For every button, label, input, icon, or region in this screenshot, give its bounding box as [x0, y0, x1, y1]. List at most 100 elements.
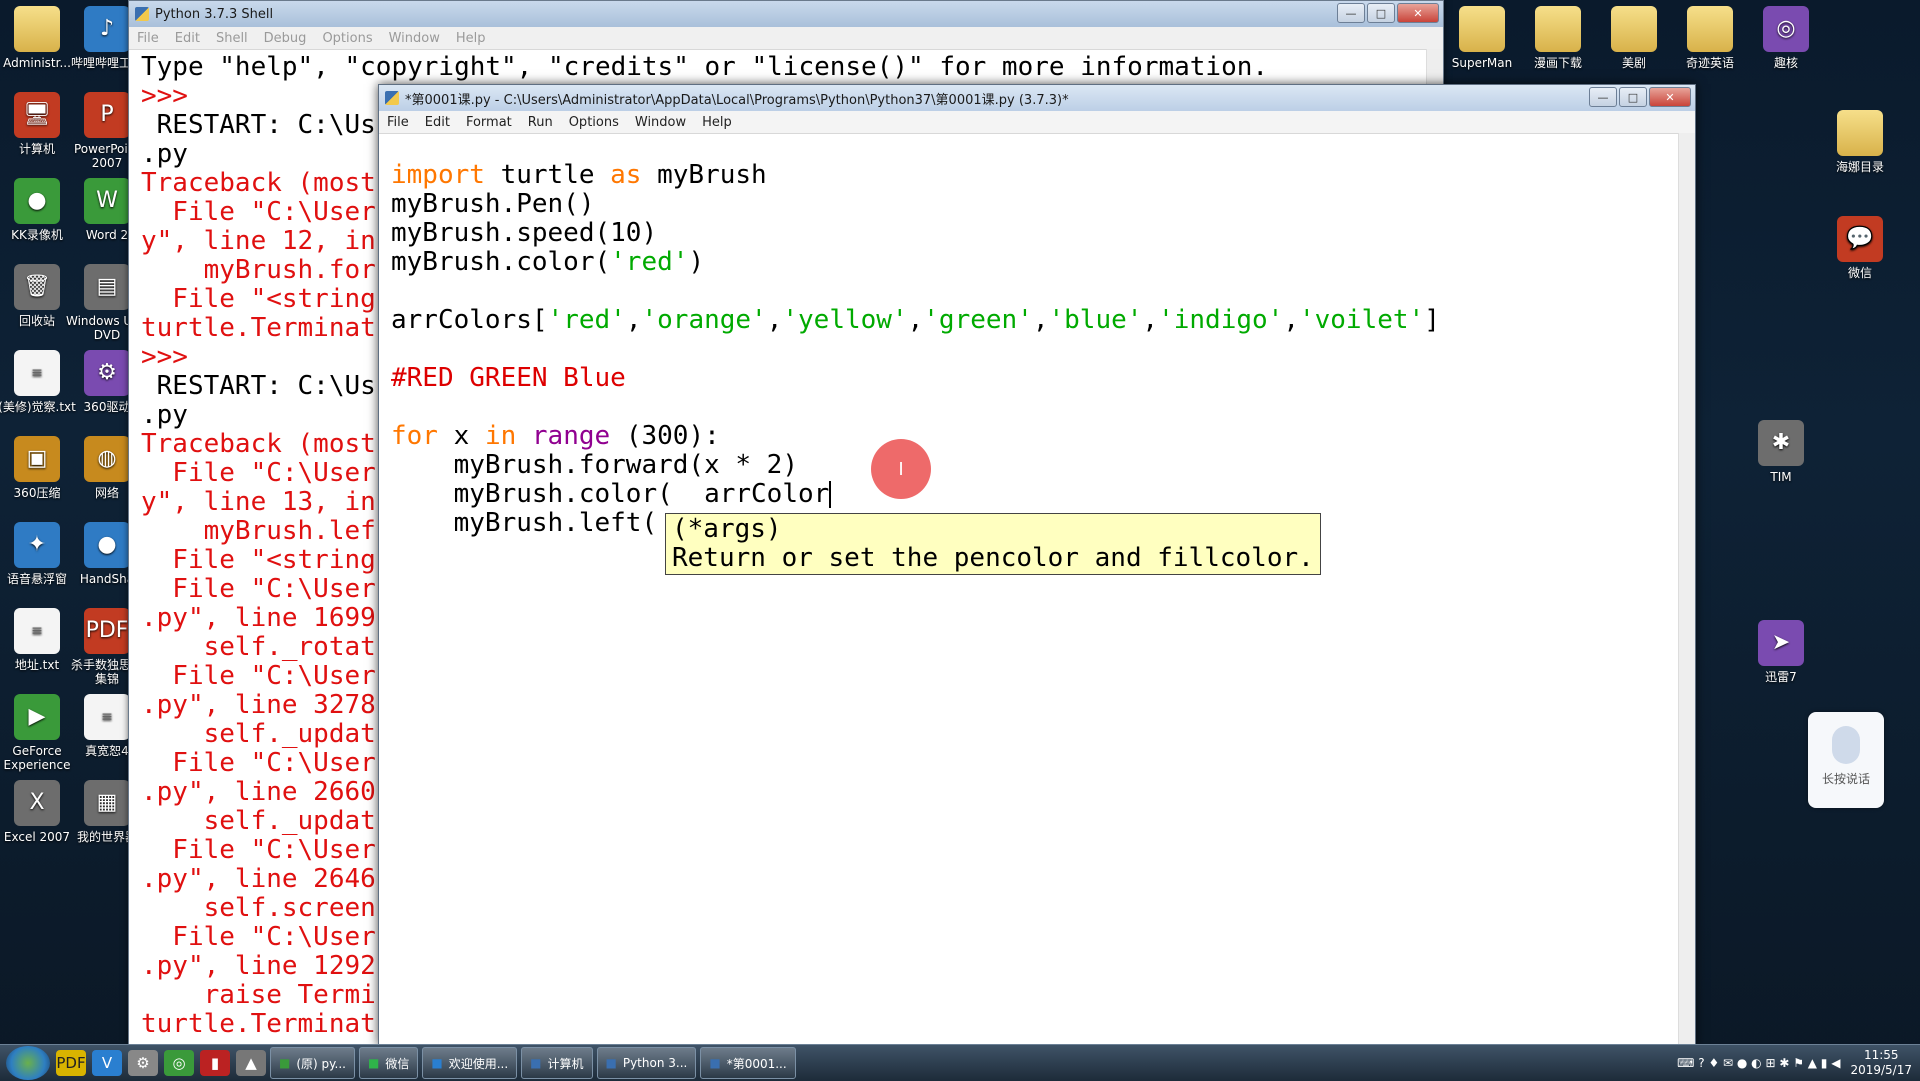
editor-titlebar[interactable]: *第0001课.py - C:\Users\Administrator\AppD… [379, 85, 1695, 111]
desktop-icon[interactable]: 奇迹英语 [1669, 6, 1751, 70]
minimize-button[interactable]: — [1589, 87, 1617, 107]
desktop-icon[interactable]: 美剧 [1593, 6, 1675, 70]
tray-icons[interactable]: ⌨ ? ♦ ✉ ● ◐ ⊞ ✱ ⚑ ▲ ▮ ◀ [1677, 1056, 1840, 1070]
editor-title: *第0001课.py - C:\Users\Administrator\AppD… [405, 92, 1069, 108]
editor-menu-file[interactable]: File [379, 115, 417, 130]
app-icon: ≡ [14, 350, 60, 396]
desktop-icon[interactable]: 💬 微信 [1819, 216, 1901, 280]
editor-menu-help[interactable]: Help [694, 115, 740, 130]
editor-menubar: File Edit Format Run Options Window Help [379, 111, 1695, 134]
text-caret [829, 481, 832, 508]
triangle-icon[interactable]: ▲ [236, 1050, 266, 1076]
task-icon: ■ [530, 1056, 542, 1070]
taskbar-task[interactable]: ■ Python 3... [596, 1047, 697, 1079]
desktop-icon-label: TIM [1770, 470, 1792, 484]
mouse-click-indicator: I [871, 439, 931, 499]
shell-menu-file[interactable]: File [129, 31, 167, 46]
editor-menu-edit[interactable]: Edit [417, 115, 458, 130]
clock[interactable]: 11:55 2019/5/17 [1850, 1048, 1912, 1078]
code-token: (300): [610, 421, 720, 451]
code-token: 'green' [923, 305, 1033, 335]
tool-icon[interactable]: ⚙ [128, 1050, 158, 1076]
task-label: 微信 [385, 1056, 410, 1071]
editor-menu-format[interactable]: Format [458, 115, 520, 130]
shell-menubar: File Edit Shell Debug Options Window Help [129, 27, 1443, 50]
shell-titlebar[interactable]: Python 3.7.3 Shell — □ ✕ [129, 1, 1443, 27]
taskbar-task[interactable]: ■ 欢迎使用... [422, 1047, 518, 1079]
shell-menu-debug[interactable]: Debug [256, 31, 315, 46]
maximize-button[interactable]: □ [1619, 87, 1647, 107]
editor-menu-run[interactable]: Run [520, 115, 561, 130]
calltip-line: Return or set the pencolor and fillcolor… [672, 543, 1314, 573]
desktop-icon[interactable]: 漫画下载 [1517, 6, 1599, 70]
code-token: 'voilet' [1298, 305, 1425, 335]
pdf-icon[interactable]: PDF [56, 1050, 86, 1076]
editor-menu-options[interactable]: Options [561, 115, 627, 130]
shell-menu-help[interactable]: Help [448, 31, 494, 46]
code-token: , [766, 305, 783, 335]
calltip: (*args) Return or set the pencolor and fi… [665, 513, 1321, 575]
taskbar-task[interactable]: ■ (原) py... [270, 1047, 355, 1079]
code-token: , [1283, 305, 1299, 335]
close-button[interactable]: ✕ [1649, 87, 1691, 107]
360-icon[interactable]: ◎ [164, 1050, 194, 1076]
code-token: , [1142, 305, 1159, 335]
code-token: myBrush.forward(x * 2) [391, 450, 798, 480]
code-token: myBrush [641, 160, 767, 190]
editor-window[interactable]: *第0001课.py - C:\Users\Administrator\AppD… [378, 84, 1696, 1046]
code-line: myBrush.Pen() [391, 190, 1440, 219]
code-line: myBrush.speed(10) [391, 219, 1440, 248]
desktop-icon[interactable]: ✱ TIM [1740, 420, 1822, 484]
python-icon [385, 91, 399, 105]
minimize-button[interactable]: — [1337, 3, 1365, 23]
taskbar-task[interactable]: ■ 微信 [358, 1047, 419, 1079]
app-icon [1837, 110, 1883, 156]
task-label: *第0001... [726, 1056, 787, 1071]
code-token: 'indigo' [1158, 305, 1284, 335]
editor-menu-window[interactable]: Window [627, 115, 694, 130]
code-token: , [625, 305, 642, 335]
shell-menu-options[interactable]: Options [314, 31, 380, 46]
voice-input-label: 长按说话 [1821, 772, 1870, 786]
close-button[interactable]: ✕ [1397, 3, 1439, 23]
app-icon: ▤ [84, 264, 130, 310]
desktop-icon[interactable]: 海娜目录 [1819, 110, 1901, 174]
desktop-icon-label: 趣核 [1773, 56, 1798, 70]
browser-icon[interactable]: V [92, 1050, 122, 1076]
desktop-icon-label: 海娜目录 [1835, 160, 1884, 174]
app-icon: ✦ [14, 522, 60, 568]
book-icon[interactable]: ▮ [200, 1050, 230, 1076]
desktop-icon-label: 奇迹英语 [1685, 56, 1734, 70]
desktop-icon-label: 美剧 [1621, 56, 1646, 70]
taskbar-task[interactable]: ■ *第0001... [700, 1047, 796, 1079]
python-icon [135, 7, 149, 21]
code-token: myBrush.color( [391, 247, 611, 277]
maximize-button[interactable]: □ [1367, 3, 1395, 23]
shell-line: Type "help", "copyright", "credits" or "… [141, 52, 1269, 82]
desktop-icon-label: 漫画下载 [1533, 56, 1582, 70]
code-token: import [391, 160, 485, 190]
code-token: range [531, 421, 611, 451]
shell-menu-shell[interactable]: Shell [208, 31, 256, 46]
text-cursor-icon: I [898, 458, 904, 480]
app-icon: ● [14, 178, 60, 224]
shell-menu-edit[interactable]: Edit [167, 31, 208, 46]
code-token: 'blue' [1048, 305, 1143, 335]
editor-scrollbar[interactable] [1678, 133, 1695, 1045]
code-token: myBrush.Pen() [391, 189, 595, 219]
taskbar-task[interactable]: ■ 计算机 [521, 1047, 593, 1079]
voice-input-widget[interactable]: 长按说话 [1808, 712, 1884, 808]
code-token: myBrush.left( [391, 508, 658, 538]
microphone-icon [1832, 726, 1860, 764]
desktop-icon[interactable]: ➤ 迅雷7 [1740, 620, 1822, 684]
app-icon [14, 6, 60, 52]
app-icon: ▦ [84, 780, 130, 826]
desktop-icon[interactable]: SuperMan [1441, 6, 1523, 70]
desktop-icon[interactable]: ◎ 趣核 [1745, 6, 1827, 70]
task-icon: ■ [709, 1056, 721, 1070]
code-token: as [610, 160, 642, 190]
app-icon: PDF [84, 608, 130, 654]
shell-menu-window[interactable]: Window [381, 31, 448, 46]
code-token: x [437, 421, 485, 451]
start-button[interactable] [6, 1046, 50, 1080]
